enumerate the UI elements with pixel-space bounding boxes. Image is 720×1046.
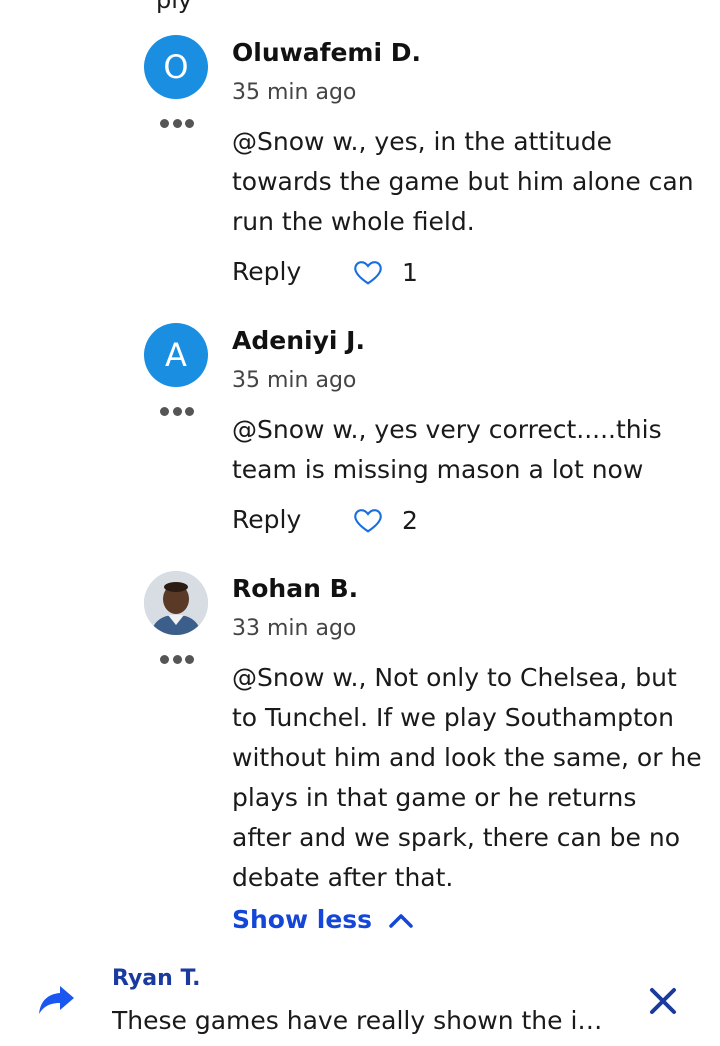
like-button[interactable]: 2	[352, 504, 418, 536]
comment-timestamp: 35 min ago	[232, 368, 357, 393]
heart-icon	[354, 509, 382, 533]
reply-preview-bar[interactable]: Ryan T. These games have really shown th…	[0, 958, 720, 1046]
comment-author[interactable]: Rohan B.	[232, 574, 358, 603]
show-less-label: Show less	[232, 905, 373, 934]
avatar[interactable]	[144, 571, 208, 635]
show-less-button[interactable]: Show less	[232, 905, 414, 934]
like-count: 1	[402, 257, 418, 287]
user-photo-icon	[144, 571, 208, 635]
comment-timestamp: 33 min ago	[232, 616, 357, 641]
avatar[interactable]: O	[144, 35, 208, 99]
avatar[interactable]: A	[144, 323, 208, 387]
more-options-icon[interactable]	[160, 653, 194, 665]
comment-author[interactable]: Adeniyi J.	[232, 326, 365, 355]
comment-text: @Snow w., yes very correct.....this team…	[232, 415, 662, 484]
like-button[interactable]: 1	[352, 256, 418, 288]
previous-reply-fragment: ply	[156, 0, 193, 14]
comment-timestamp: 35 min ago	[232, 80, 357, 105]
comment-text: @Snow w., yes, in the attitude towards t…	[232, 127, 694, 236]
like-count: 2	[402, 505, 418, 535]
chevron-up-icon	[389, 913, 413, 928]
share-arrow-icon[interactable]	[36, 982, 76, 1018]
more-options-icon[interactable]	[160, 117, 194, 129]
reply-button[interactable]: Reply	[232, 505, 301, 534]
reply-to-name: Ryan T.	[112, 966, 201, 991]
more-options-icon[interactable]	[160, 405, 194, 417]
close-icon[interactable]	[648, 986, 678, 1016]
reply-button[interactable]: Reply	[232, 257, 301, 286]
comment-text: @Snow w., Not only to Chelsea, but to Tu…	[232, 663, 702, 892]
heart-icon	[354, 261, 382, 285]
comment-author[interactable]: Oluwafemi D.	[232, 38, 421, 67]
reply-to-text: These games have really shown the i…	[112, 1006, 603, 1035]
